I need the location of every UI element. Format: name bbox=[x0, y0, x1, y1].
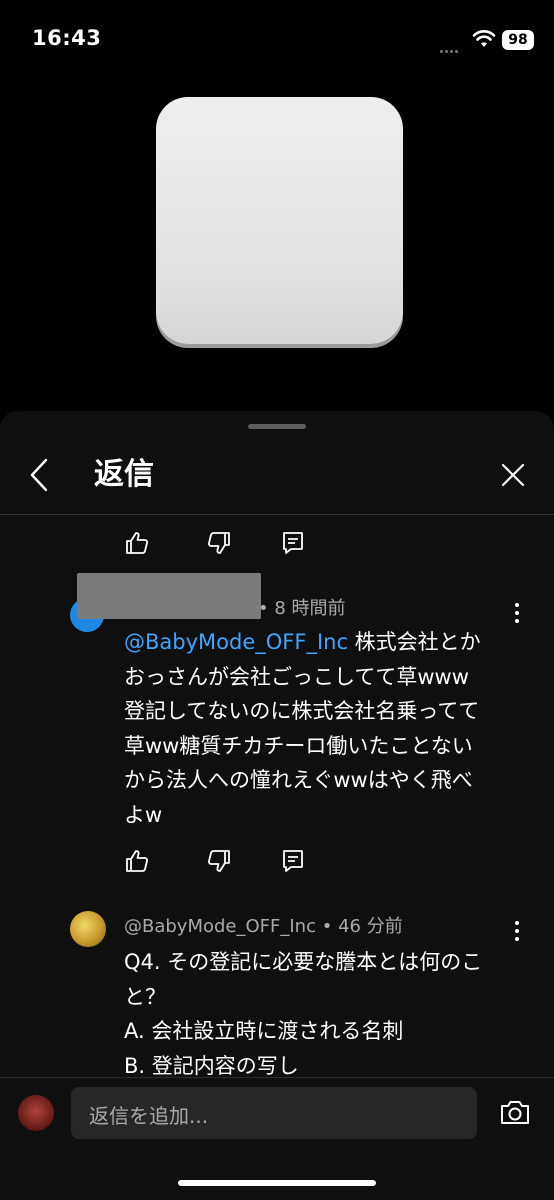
thumbs-up-icon[interactable] bbox=[124, 848, 150, 874]
comment-timestamp: • 46 分前 bbox=[321, 916, 403, 937]
comment-timestamp: • 8 時間前 bbox=[258, 598, 346, 619]
comment-line: おっさんが会社ごっこしてて草www bbox=[124, 664, 469, 689]
comment-line: A. 会社設立時に渡される名刺 bbox=[124, 1019, 404, 1043]
wifi-icon bbox=[472, 30, 496, 47]
reply-comment-icon[interactable] bbox=[280, 530, 306, 556]
cellular-signal-icon bbox=[440, 38, 466, 53]
comment-line: から法人への憧れえぐwwはやく飛べ bbox=[124, 768, 473, 792]
comment-line: よw bbox=[124, 802, 163, 827]
header-divider bbox=[0, 514, 554, 515]
reply-input[interactable]: 返信を追加... bbox=[71, 1087, 477, 1139]
comment-author[interactable]: @BabyMode_OFF_Inc bbox=[124, 916, 316, 937]
user-avatar bbox=[18, 1095, 54, 1131]
sheet-drag-handle[interactable] bbox=[248, 424, 306, 429]
more-vert-icon[interactable] bbox=[514, 921, 520, 943]
reply-input-placeholder: 返信を追加... bbox=[89, 1104, 209, 1128]
close-icon[interactable] bbox=[498, 460, 528, 490]
comment-header: @BabyMode_OFF_Inc • 46 分前 bbox=[124, 915, 403, 939]
battery-indicator: 98 bbox=[502, 30, 534, 50]
status-time: 16:43 bbox=[32, 26, 102, 50]
camera-icon[interactable] bbox=[499, 1098, 531, 1126]
comment-line: と？ bbox=[124, 984, 166, 1009]
back-chevron-icon[interactable] bbox=[26, 455, 50, 495]
thumbs-down-icon[interactable] bbox=[206, 848, 232, 874]
redacted-username bbox=[77, 573, 261, 619]
reply-comment-icon[interactable] bbox=[280, 848, 306, 874]
thumbs-up-icon[interactable] bbox=[124, 530, 150, 556]
comment-body: @BabyMode_OFF_Inc 株式会社とか おっさんが会社ごっこしてて草w… bbox=[124, 625, 514, 832]
comment-line: 草ww糖質チカチーロ働いたことない bbox=[124, 733, 473, 758]
home-indicator bbox=[178, 1180, 376, 1186]
video-thumbnail[interactable] bbox=[156, 97, 403, 344]
thumbs-down-icon[interactable] bbox=[206, 530, 232, 556]
comment-line: @BabyMode_OFF_Inc 株式会社とか bbox=[124, 630, 481, 654]
mention-link[interactable]: @BabyMode_OFF_Inc bbox=[124, 630, 348, 654]
commenter-avatar[interactable] bbox=[70, 911, 106, 947]
comment-line: Q4. その登記に必要な謄本とは何のこ bbox=[124, 950, 483, 974]
more-vert-icon[interactable] bbox=[514, 603, 520, 625]
comment-body: Q4. その登記に必要な謄本とは何のこ と？ A. 会社設立時に渡される名刺 B… bbox=[124, 945, 514, 1083]
sheet-title: 返信 bbox=[94, 457, 154, 492]
comment-line: 登記してないのに株式会社名乗ってて bbox=[124, 699, 480, 723]
